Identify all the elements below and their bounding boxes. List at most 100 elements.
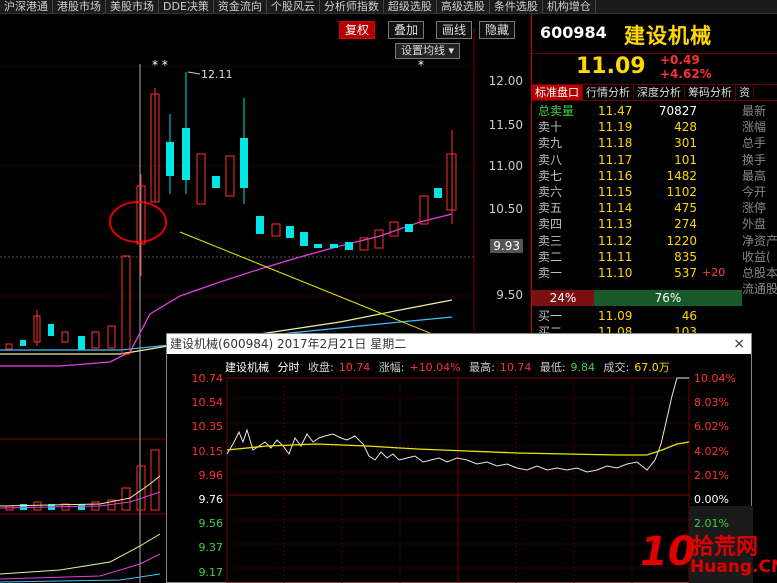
quote-side-label: 总手 <box>742 136 767 151</box>
price-axis-label: 10.50 <box>488 202 523 216</box>
order-label: 买一 <box>538 309 563 323</box>
order-price: 11.17 <box>598 152 633 167</box>
order-book: 总卖量 11.47 70827 卖十 11.19 428 卖九 11.18 301 卖八 11… <box>532 103 742 281</box>
popup-left-axis-label: 9.17 <box>198 565 224 579</box>
order-volume: 428 <box>674 120 697 135</box>
price-axis-label: 11.00 <box>488 159 523 173</box>
order-row[interactable]: 买一 11.09 46 <box>532 308 742 324</box>
nav-item[interactable]: 个股风云 <box>267 0 320 13</box>
popup-right-axis-label: 0.00% <box>694 493 729 506</box>
popup-left-axis-label: 9.96 <box>198 468 224 482</box>
ratio-buy: 76% <box>594 290 742 306</box>
watermark-url: Huang.CN <box>690 557 777 577</box>
nav-item[interactable]: 资金流向 <box>214 0 267 13</box>
nav-item[interactable]: 港股市场 <box>53 0 106 13</box>
buy-sell-ratio: 24% 76% <box>532 290 742 306</box>
order-row[interactable]: 卖九 11.18 301 <box>532 135 742 151</box>
order-row[interactable]: 卖三 11.12 1220 <box>532 233 742 249</box>
tab-depth-analysis[interactable]: 深度分析 <box>634 85 685 100</box>
order-volume: 101 <box>674 152 697 167</box>
order-price: 11.09 <box>598 309 633 323</box>
quote-side-label: 最新 <box>742 104 767 118</box>
sell-rows: 卖十 11.19 428 卖九 11.18 301 卖八 11.17 101 卖七 11.16 148… <box>532 119 742 281</box>
quote-side-label: 外盘 <box>742 217 767 232</box>
popup-right-axis-label: 8.03% <box>694 396 729 410</box>
quote-side-label: 今开 <box>742 184 767 199</box>
tab-standard-book[interactable]: 标准盘口 <box>532 85 583 100</box>
popup-left-axis-label: 10.54 <box>191 396 224 410</box>
order-row[interactable]: 卖二 11.11 835 <box>532 249 742 265</box>
order-volume: 1220 <box>666 233 697 248</box>
watermark-logo: 10 拾荒网 Huang.CN <box>640 525 777 581</box>
popup-left-axis-label: 10.15 <box>191 444 224 458</box>
draw-line-button[interactable]: 画线 <box>436 21 473 39</box>
nav-item[interactable]: 美股市场 <box>106 0 159 13</box>
watermark-number: 10 <box>640 529 696 575</box>
order-label: 总卖量 <box>538 104 575 118</box>
hide-button[interactable]: 隐藏 <box>479 21 516 39</box>
order-volume: 1102 <box>666 184 697 199</box>
top-nav-bar: 沪深港通 港股市场 美股市场 DDE决策 资金流向 个股风云 分析师指数 超级选… <box>0 0 777 14</box>
peak-price-label: 12.11 <box>201 68 233 81</box>
order-label: 卖三 <box>538 233 563 248</box>
popup-right-axis-label: 2.01% <box>694 468 729 482</box>
order-label: 卖二 <box>538 249 563 264</box>
nav-item[interactable]: DDE决策 <box>159 0 214 13</box>
tab-chip-analysis[interactable]: 筹码分析 <box>685 85 736 100</box>
quote-side-label: 涨幅 <box>742 120 767 135</box>
order-row[interactable]: 卖八 11.17 101 <box>532 152 742 168</box>
order-total-row: 总卖量 11.47 70827 <box>532 103 742 119</box>
nav-item[interactable]: 条件选股 <box>490 0 543 13</box>
order-row[interactable]: 卖四 11.13 274 <box>532 216 742 232</box>
order-extra: +20 <box>702 265 726 279</box>
nav-item[interactable]: 沪深港通 <box>0 0 53 13</box>
popup-left-axis-label: 9.76 <box>198 493 224 506</box>
order-price: 11.19 <box>598 120 633 135</box>
order-row[interactable]: 卖七 11.16 1482 <box>532 168 742 184</box>
nav-item[interactable]: 分析师指数 <box>320 0 384 13</box>
popup-right-axis-label: 6.02% <box>694 420 729 434</box>
quote-side-label: 流通股 <box>742 282 777 297</box>
order-price: 11.18 <box>598 136 633 151</box>
tab-market-analysis[interactable]: 行情分析 <box>583 85 634 100</box>
fuquan-button[interactable]: 复权 <box>339 21 376 39</box>
last-price: 11.09 <box>576 54 646 79</box>
quote-side-label: 总股本 <box>742 265 777 280</box>
order-row[interactable]: 卖五 11.14 475 <box>532 200 742 216</box>
star-marker-right: * <box>418 58 424 72</box>
order-volume: 274 <box>674 217 697 232</box>
nav-item[interactable]: 机构增仓 <box>543 0 596 13</box>
quote-side-label: 换手 <box>742 152 767 167</box>
tab-capital[interactable]: 资 <box>736 85 754 100</box>
order-volume: 1482 <box>666 168 697 183</box>
quote-tabs: 标准盘口 行情分析 深度分析 筹码分析 资 <box>532 84 777 101</box>
order-row[interactable]: 卖六 11.15 1102 <box>532 184 742 200</box>
order-label: 卖一 <box>538 265 563 280</box>
price-axis-label: 9.50 <box>496 288 523 302</box>
quote-side-label: 最高 <box>742 168 767 183</box>
popup-right-axis-label: 4.02% <box>694 444 729 458</box>
change-percent: +4.62% <box>660 67 712 81</box>
ma-settings-label: 设置均线 <box>401 44 445 57</box>
current-price-tag: 9.93 <box>490 239 523 253</box>
nav-item[interactable]: 超级选股 <box>384 0 437 13</box>
star-markers: * * <box>152 58 168 72</box>
order-row[interactable]: 卖一 11.10 537 +20 <box>532 265 742 281</box>
order-price: 11.16 <box>598 168 633 183</box>
popup-left-axis-label: 10.35 <box>191 420 224 434</box>
nav-item[interactable]: 高级选股 <box>437 0 490 13</box>
order-row[interactable]: 卖十 11.19 428 <box>532 119 742 135</box>
quote-side-labels: 最新 涨幅 总手 换手 最高 今开 涨停 外盘 净资产 收益(总股本 流通股 <box>742 103 777 297</box>
order-price: 11.15 <box>598 184 633 199</box>
order-volume: 46 <box>681 309 697 323</box>
order-price: 11.10 <box>598 265 633 280</box>
price-axis-label: 12.00 <box>488 74 523 88</box>
price-axis: 12.00 11.50 11.00 10.50 9.93 9.50 <box>474 54 531 374</box>
overlay-button[interactable]: 叠加 <box>388 21 425 39</box>
price-axis-label: 11.50 <box>488 118 523 132</box>
ma-settings-dropdown[interactable]: 设置均线 ▾ <box>395 43 461 59</box>
order-label: 卖四 <box>538 217 563 232</box>
order-label: 卖八 <box>538 152 563 167</box>
order-price: 11.47 <box>598 104 633 118</box>
order-price: 11.13 <box>598 217 633 232</box>
